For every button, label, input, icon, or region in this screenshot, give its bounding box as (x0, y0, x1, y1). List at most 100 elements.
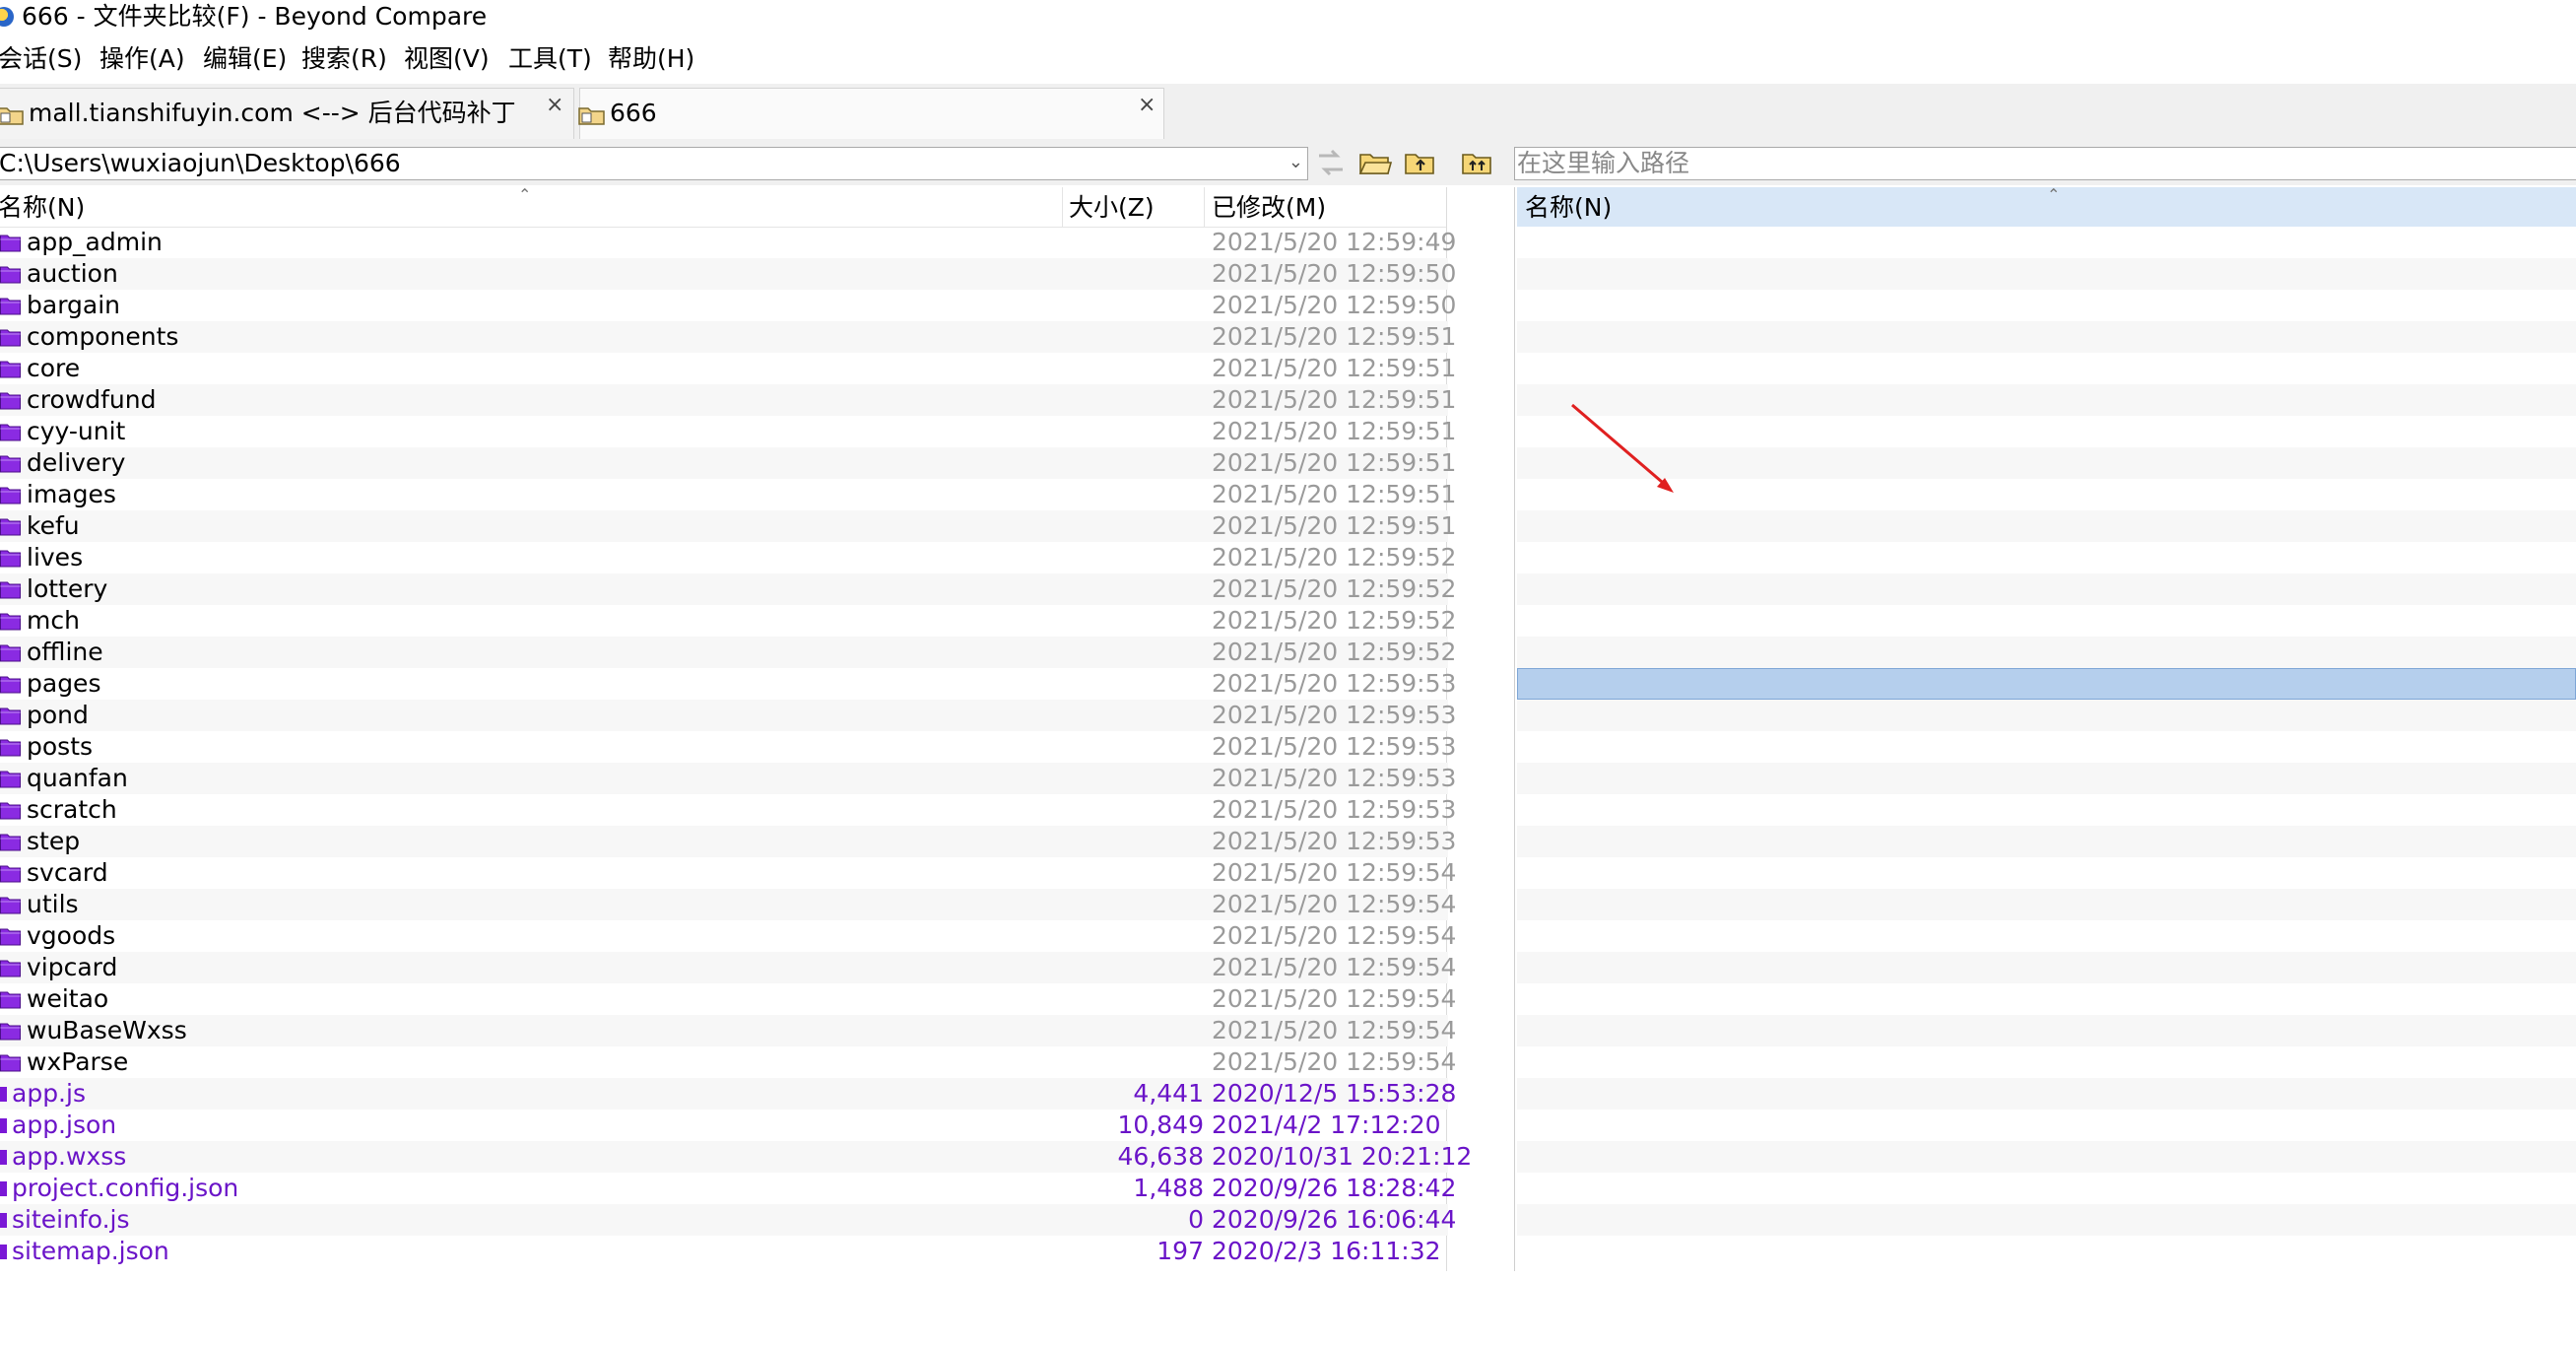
file-row[interactable]: project.config.json 1,488 2020/9/26 18:28:… (0, 1173, 1456, 1204)
folder-row[interactable]: cyy-unit 2021/5/20 12:59:51 (0, 416, 1456, 447)
folder-row[interactable]: scratch 2021/5/20 12:59:53 (0, 794, 1456, 826)
empty-row[interactable] (1517, 763, 2576, 794)
empty-row[interactable] (1517, 542, 2576, 573)
folder-row[interactable]: images 2021/5/20 12:59:51 (0, 479, 1456, 510)
empty-row[interactable] (1517, 637, 2576, 668)
folder-row[interactable]: kefu 2021/5/20 12:59:51 (0, 510, 1456, 542)
empty-row[interactable] (1517, 227, 2576, 258)
folder-row[interactable]: svcard 2021/5/20 12:59:54 (0, 857, 1456, 889)
empty-row[interactable] (1517, 731, 2576, 763)
empty-row[interactable] (1517, 1015, 2576, 1046)
right-file-list[interactable] (1517, 227, 2576, 1271)
empty-row[interactable] (1517, 258, 2576, 290)
column-header-name[interactable]: 名称(N) (0, 193, 85, 223)
close-tab-icon[interactable]: × (546, 95, 563, 116)
folder-row[interactable]: lives 2021/5/20 12:59:52 (0, 542, 1456, 573)
folder-row[interactable]: offline 2021/5/20 12:59:52 (0, 637, 1456, 668)
empty-row[interactable] (1517, 290, 2576, 321)
empty-row[interactable] (1517, 826, 2576, 857)
empty-row[interactable] (1517, 700, 2576, 731)
menu-edit[interactable]: 编辑(E) (203, 43, 287, 75)
folder-row[interactable]: bargain 2021/5/20 12:59:50 (0, 290, 1456, 321)
folder-icon (0, 359, 21, 378)
folder-row[interactable]: components 2021/5/20 12:59:51 (0, 321, 1456, 353)
empty-row[interactable] (1517, 952, 2576, 983)
empty-row[interactable] (1517, 1110, 2576, 1141)
empty-row[interactable] (1517, 1173, 2576, 1204)
folder-row[interactable]: lottery 2021/5/20 12:59:52 (0, 573, 1456, 605)
item-modified: 2021/5/20 12:59:52 (1212, 543, 1457, 572)
folder-row[interactable]: pages 2021/5/20 12:59:53 (0, 668, 1456, 700)
empty-row[interactable] (1517, 510, 2576, 542)
menu-view[interactable]: 视图(V) (404, 43, 490, 75)
folder-row[interactable]: quanfan 2021/5/20 12:59:53 (0, 763, 1456, 794)
menu-tools[interactable]: 工具(T) (508, 43, 592, 75)
tab-folder-compare-666[interactable]: 666 × (578, 88, 1164, 139)
empty-row[interactable] (1517, 1046, 2576, 1078)
file-row[interactable]: app.json 10,849 2021/4/2 17:12:20 (0, 1110, 1448, 1141)
folder-icon (0, 989, 21, 1009)
right-path-input[interactable] (1517, 149, 2576, 178)
empty-row[interactable] (1517, 573, 2576, 605)
menu-actions[interactable]: 操作(A) (99, 43, 185, 75)
chevron-down-icon[interactable]: ⌄ (1288, 152, 1303, 172)
folder-icon (0, 1021, 21, 1041)
folder-row[interactable]: mch 2021/5/20 12:59:52 (0, 605, 1456, 637)
column-header-modified[interactable]: 已修改(M) (1212, 193, 1326, 223)
parent-both-folders-icon[interactable] (1460, 146, 1495, 181)
empty-row[interactable] (1517, 794, 2576, 826)
folder-row[interactable]: wuBaseWxss 2021/5/20 12:59:54 (0, 1015, 1456, 1046)
pane-gap-column (1446, 187, 1515, 1271)
file-icon (0, 1118, 7, 1133)
folder-icon (0, 453, 21, 473)
left-path-field[interactable]: C:\Users\wuxiaojun\Desktop\666 ⌄ (0, 147, 1308, 180)
menu-session[interactable]: 会话(S) (0, 43, 82, 75)
empty-row[interactable] (1517, 321, 2576, 353)
folder-icon (0, 327, 21, 347)
empty-row[interactable] (1517, 983, 2576, 1015)
folder-row[interactable]: app_admin 2021/5/20 12:59:49 (0, 227, 1456, 258)
item-modified: 2021/5/20 12:59:51 (1212, 354, 1457, 382)
parent-folder-icon[interactable] (1403, 146, 1438, 181)
folder-row[interactable]: vgoods 2021/5/20 12:59:54 (0, 920, 1456, 952)
empty-row[interactable] (1517, 857, 2576, 889)
tab-folder-compare-remote[interactable]: mall.tianshifuyin.com <--> 后台代码补丁 × (0, 88, 574, 139)
left-file-list[interactable]: app_admin 2021/5/20 12:59:49 auction 2021/5… (0, 227, 1472, 1271)
browse-folder-icon[interactable] (1357, 146, 1393, 181)
column-divider[interactable] (1204, 187, 1205, 227)
column-divider[interactable] (1062, 187, 1063, 227)
file-row[interactable]: siteinfo.js 0 2020/9/26 16:06:44 (0, 1204, 1456, 1236)
empty-row[interactable] (1517, 1078, 2576, 1110)
folder-row[interactable]: posts 2021/5/20 12:59:53 (0, 731, 1456, 763)
empty-row[interactable] (1517, 1141, 2576, 1173)
folder-icon (0, 296, 21, 315)
menu-help[interactable]: 帮助(H) (608, 43, 694, 75)
selected-empty-row[interactable] (1517, 668, 2576, 700)
column-header-name[interactable]: 名称(N) (1525, 193, 1612, 223)
folder-row[interactable]: pond 2021/5/20 12:59:53 (0, 700, 1456, 731)
folder-row[interactable]: utils 2021/5/20 12:59:54 (0, 889, 1456, 920)
menu-search[interactable]: 搜索(R) (301, 43, 387, 75)
folder-row[interactable]: auction 2021/5/20 12:59:50 (0, 258, 1456, 290)
folder-row[interactable]: vipcard 2021/5/20 12:59:54 (0, 952, 1456, 983)
folder-row[interactable]: wxParse 2021/5/20 12:59:54 (0, 1046, 1456, 1078)
empty-row[interactable] (1517, 605, 2576, 637)
empty-row[interactable] (1517, 1204, 2576, 1236)
file-row[interactable]: app.wxss 46,638 2020/10/31 20:21:12 (0, 1141, 1472, 1173)
column-header-size[interactable]: 大小(Z) (1069, 193, 1155, 223)
close-tab-icon[interactable]: × (1138, 95, 1156, 116)
empty-row[interactable] (1517, 889, 2576, 920)
folder-row[interactable]: delivery 2021/5/20 12:59:51 (0, 447, 1456, 479)
folder-row[interactable]: step 2021/5/20 12:59:53 (0, 826, 1456, 857)
folder-row[interactable]: core 2021/5/20 12:59:51 (0, 353, 1456, 384)
empty-row[interactable] (1517, 1236, 2576, 1267)
empty-row[interactable] (1517, 920, 2576, 952)
empty-row[interactable] (1517, 353, 2576, 384)
folder-row[interactable]: weitao 2021/5/20 12:59:54 (0, 983, 1456, 1015)
right-path-field[interactable] (1514, 147, 2576, 180)
file-row[interactable]: sitemap.json 197 2020/2/3 16:11:32 (0, 1236, 1448, 1267)
file-row[interactable]: app.js 4,441 2020/12/5 15:53:28 (0, 1078, 1456, 1110)
swap-arrow-icon[interactable] (1313, 146, 1349, 181)
folder-row[interactable]: crowdfund 2021/5/20 12:59:51 (0, 384, 1456, 416)
folder-icon (0, 233, 21, 252)
